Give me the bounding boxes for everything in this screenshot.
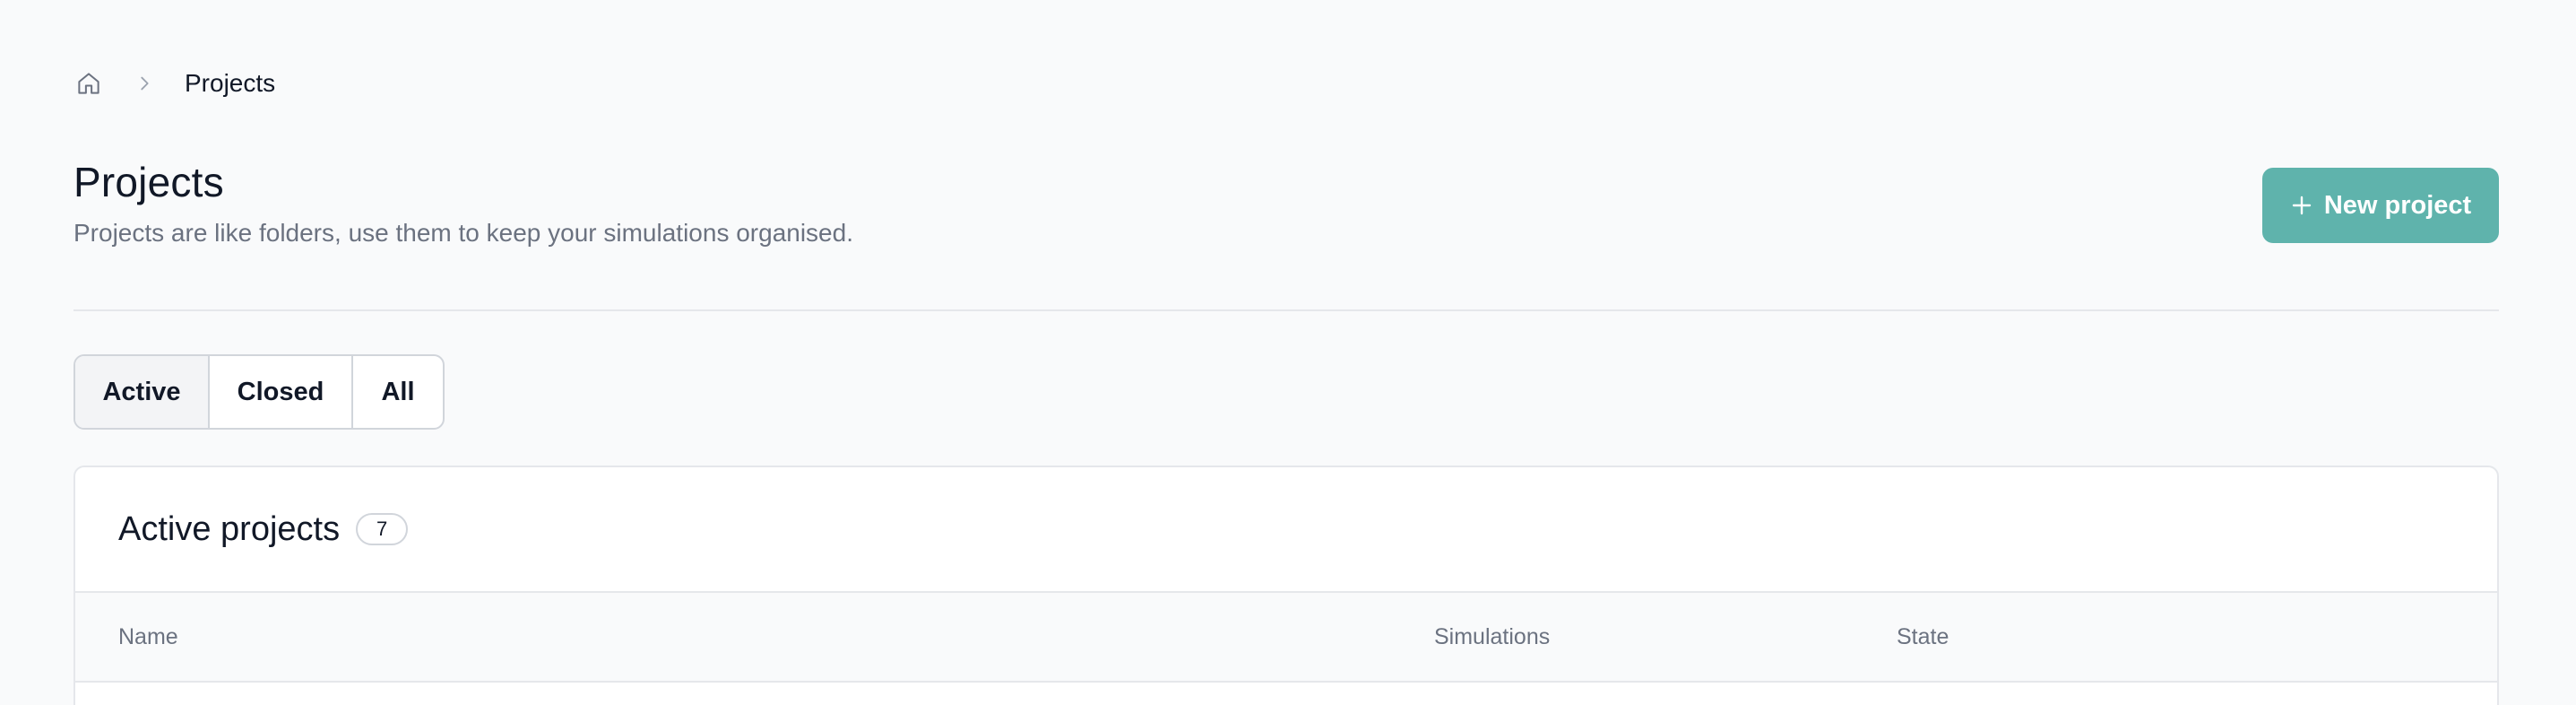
chevron-right-icon [131,70,158,97]
projects-card: Active projects 7 Name Simulations State [73,466,2499,705]
project-count-badge: 7 [356,513,409,545]
tab-closed[interactable]: Closed [210,356,353,428]
new-project-label: New project [2323,190,2472,220]
home-icon[interactable] [73,68,104,99]
tab-all[interactable]: All [353,356,443,428]
column-header-state[interactable]: State [1897,593,1949,681]
card-header: Active projects 7 [75,467,2497,593]
plus-icon [2290,194,2313,217]
tab-active[interactable]: Active [75,356,210,428]
table-header: Name Simulations State [75,593,2497,683]
projects-page: Projects Projects Projects are like fold… [0,0,2576,705]
breadcrumb: Projects [73,65,275,102]
column-header-simulations[interactable]: Simulations [1434,593,1550,681]
column-header-name[interactable]: Name [118,593,178,681]
breadcrumb-current: Projects [185,69,276,97]
header-divider [73,309,2499,311]
new-project-button[interactable]: New project [2262,168,2499,243]
status-filter-tabs: Active Closed All [73,354,445,430]
page-subtitle: Projects are like folders, use them to k… [73,219,853,247]
page-title: Projects [73,159,224,205]
card-title: Active projects [118,509,341,548]
